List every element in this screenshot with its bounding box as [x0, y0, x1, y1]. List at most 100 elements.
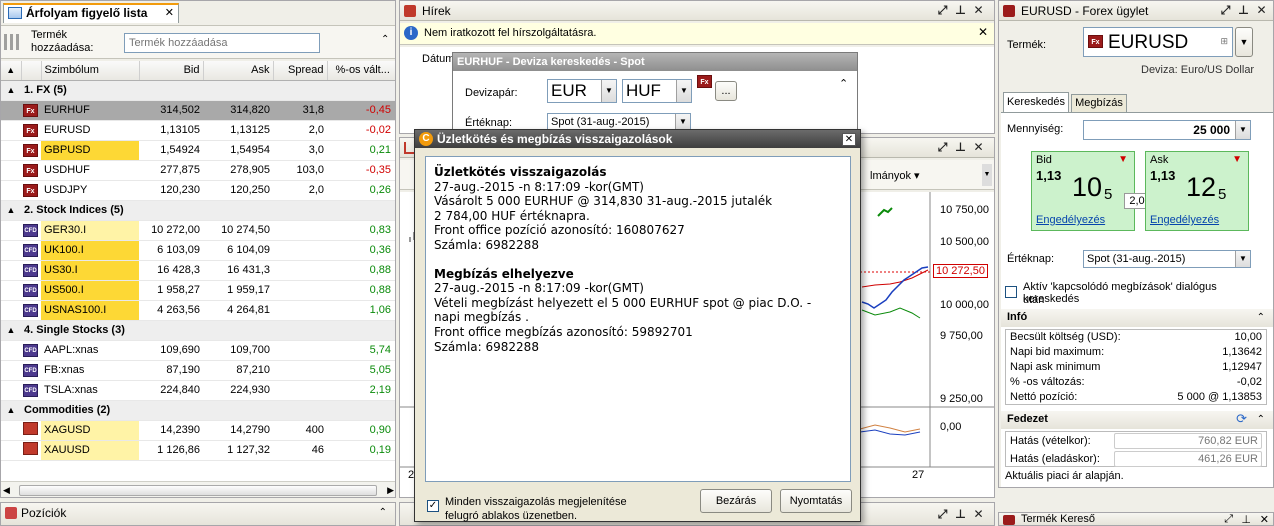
- chevron-up-icon[interactable]: ⌃: [1257, 414, 1265, 425]
- col-change[interactable]: %-os vált...: [327, 61, 395, 81]
- table-row[interactable]: Fx USDHUF 277,875 278,905 103,0 -0,35: [1, 160, 395, 181]
- collapse-all-icon[interactable]: ▲: [1, 61, 22, 81]
- ask-cell[interactable]: 87,210: [203, 360, 273, 381]
- maximize-icon[interactable]: ⤢: [935, 3, 950, 18]
- close-icon[interactable]: ✕: [1260, 513, 1269, 525]
- related-orders-checkbox[interactable]: [1005, 286, 1017, 298]
- pin-icon[interactable]: ⊥: [953, 507, 968, 522]
- collapse-icon[interactable]: ▲: [1, 200, 21, 221]
- chevron-up-icon[interactable]: ⌃: [379, 507, 387, 518]
- grid-icon[interactable]: [4, 34, 22, 50]
- maximize-icon[interactable]: ⤢: [1218, 3, 1233, 18]
- ask-button[interactable]: Ask ▼ 1,13 12 5 Engedélyezés: [1145, 151, 1249, 231]
- ask-cell[interactable]: 120,250: [203, 180, 273, 201]
- more-button[interactable]: ...: [715, 81, 737, 101]
- bid-cell[interactable]: 109,690: [139, 340, 203, 361]
- table-row[interactable]: CFD TSLA:xnas 224,840 224,930 2,19: [1, 380, 395, 401]
- tab-trade[interactable]: Kereskedés: [1003, 92, 1069, 112]
- bid-action[interactable]: Engedélyezés: [1036, 214, 1105, 226]
- bid-cell[interactable]: 277,875: [139, 160, 203, 181]
- ask-cell[interactable]: 224,930: [203, 380, 273, 401]
- collapse-icon[interactable]: ▲: [1, 400, 21, 421]
- pin-icon[interactable]: ⊥: [953, 140, 968, 155]
- maximize-icon[interactable]: ⤢: [935, 507, 950, 522]
- close-button[interactable]: Bezárás: [700, 489, 772, 513]
- table-row[interactable]: CFD GER30.I 10 272,00 10 274,50 0,83: [1, 220, 395, 241]
- group-row[interactable]: ▲ 1. FX (5): [1, 80, 395, 101]
- product-field[interactable]: Fx EURUSD ⊞: [1083, 27, 1233, 57]
- bid-cell[interactable]: 314,502: [139, 100, 203, 121]
- print-button[interactable]: Nyomtatás: [780, 489, 852, 513]
- ask-cell[interactable]: 10 274,50: [203, 220, 273, 241]
- col-date[interactable]: Dátum: [422, 53, 454, 65]
- ask-cell[interactable]: 1,13125: [203, 120, 273, 141]
- value-date-select[interactable]: Spot (31-aug.-2015) ▼: [1083, 250, 1251, 268]
- table-row[interactable]: Fx EURHUF 314,502 314,820 31,8 -0,45: [1, 100, 395, 121]
- bid-cell[interactable]: 4 263,56: [139, 300, 203, 321]
- table-row[interactable]: XAUUSD 1 126,86 1 127,32 46 0,19: [1, 440, 395, 461]
- close-icon[interactable]: ✕: [165, 5, 174, 22]
- quantity-input[interactable]: 25 000 ▼: [1083, 120, 1251, 140]
- ask-action[interactable]: Engedélyezés: [1150, 214, 1219, 226]
- pin-small-icon[interactable]: ⊞: [1220, 36, 1228, 47]
- group-row[interactable]: ▲ Commodities (2): [1, 400, 395, 421]
- product-dropdown-button[interactable]: ▼: [1235, 27, 1253, 57]
- watchlist-tab[interactable]: Árfolyam figyelő lista ✕: [3, 3, 179, 23]
- bid-cell[interactable]: 120,230: [139, 180, 203, 201]
- positions-panel[interactable]: Pozíciók ⌃: [0, 502, 396, 526]
- bid-cell[interactable]: 1 958,27: [139, 280, 203, 301]
- table-row[interactable]: Fx USDJPY 120,230 120,250 2,0 0,26: [1, 180, 395, 201]
- col-bid[interactable]: Bid: [139, 61, 204, 81]
- collapse-icon[interactable]: ▲: [1, 320, 21, 341]
- ask-cell[interactable]: 1 127,32: [203, 440, 273, 461]
- refresh-icon[interactable]: ⟳: [1236, 411, 1247, 427]
- bid-cell[interactable]: 224,840: [139, 380, 203, 401]
- bid-cell[interactable]: 14,2390: [139, 420, 203, 441]
- base-currency-select[interactable]: EUR ▼: [547, 79, 617, 103]
- collapse-icon[interactable]: ▲: [1, 80, 21, 101]
- margin-header[interactable]: Fedezet ⟳ ⌃: [1001, 411, 1273, 429]
- table-row[interactable]: CFD US500.I 1 958,27 1 959,17 0,88: [1, 280, 395, 301]
- show-all-checkbox[interactable]: ✓: [427, 500, 439, 512]
- ask-cell[interactable]: 16 431,3: [203, 260, 273, 281]
- ask-cell[interactable]: 4 264,81: [203, 300, 273, 321]
- col-ask[interactable]: Ask: [203, 61, 274, 81]
- ask-cell[interactable]: 1,54954: [203, 140, 273, 161]
- table-row[interactable]: Fx GBPUSD 1,54924 1,54954 3,0 0,21: [1, 140, 395, 161]
- ask-cell[interactable]: 14,2790: [203, 420, 273, 441]
- quote-currency-select[interactable]: HUF ▼: [622, 79, 692, 103]
- pin-icon[interactable]: ⊥: [953, 3, 968, 18]
- ask-cell[interactable]: 109,700: [203, 340, 273, 361]
- bid-cell[interactable]: 16 428,3: [139, 260, 203, 281]
- close-icon[interactable]: ✕: [1254, 3, 1269, 18]
- bid-cell[interactable]: 87,190: [139, 360, 203, 381]
- table-row[interactable]: CFD USNAS100.I 4 263,56 4 264,81 1,06: [1, 300, 395, 321]
- bid-cell[interactable]: 10 272,00: [139, 220, 203, 241]
- close-icon[interactable]: ✕: [971, 507, 986, 522]
- studies-menu[interactable]: lmányok ▾: [870, 169, 920, 182]
- table-row[interactable]: XAGUSD 14,2390 14,2790 400 0,90: [1, 420, 395, 441]
- maximize-icon[interactable]: ⤢: [1224, 513, 1233, 525]
- maximize-icon[interactable]: ⤢: [935, 140, 950, 155]
- group-row[interactable]: ▲ 2. Stock Indices (5): [1, 200, 395, 221]
- horizontal-scrollbar[interactable]: ◀ ▶: [1, 481, 395, 497]
- col-symbol[interactable]: Szimbólum: [41, 61, 140, 81]
- info-header[interactable]: Infó ⌃: [1001, 309, 1273, 327]
- chevron-up-icon[interactable]: ⌃: [839, 77, 848, 90]
- close-icon[interactable]: ✕: [971, 3, 986, 18]
- chevron-up-icon[interactable]: ⌃: [381, 34, 389, 45]
- bid-cell[interactable]: 1,54924: [139, 140, 203, 161]
- col-spread[interactable]: Spread: [273, 61, 328, 81]
- table-row[interactable]: CFD AAPL:xnas 109,690 109,700 5,74: [1, 340, 395, 361]
- ask-cell[interactable]: 6 104,09: [203, 240, 273, 261]
- bid-cell[interactable]: 6 103,09: [139, 240, 203, 261]
- chevron-up-icon[interactable]: ⌃: [1257, 312, 1265, 323]
- close-icon[interactable]: ✕: [971, 140, 986, 155]
- product-finder-panel[interactable]: Termék Kereső ⤢ ⊥ ✕: [998, 512, 1274, 526]
- bid-button[interactable]: Bid ▼ 1,13 10 5 Engedélyezés: [1031, 151, 1135, 231]
- pin-icon[interactable]: ⊥: [1236, 3, 1251, 18]
- bid-cell[interactable]: 1,13105: [139, 120, 203, 141]
- ask-cell[interactable]: 278,905: [203, 160, 273, 181]
- table-row[interactable]: CFD FB:xnas 87,190 87,210 5,05: [1, 360, 395, 381]
- table-row[interactable]: CFD UK100.I 6 103,09 6 104,09 0,36: [1, 240, 395, 261]
